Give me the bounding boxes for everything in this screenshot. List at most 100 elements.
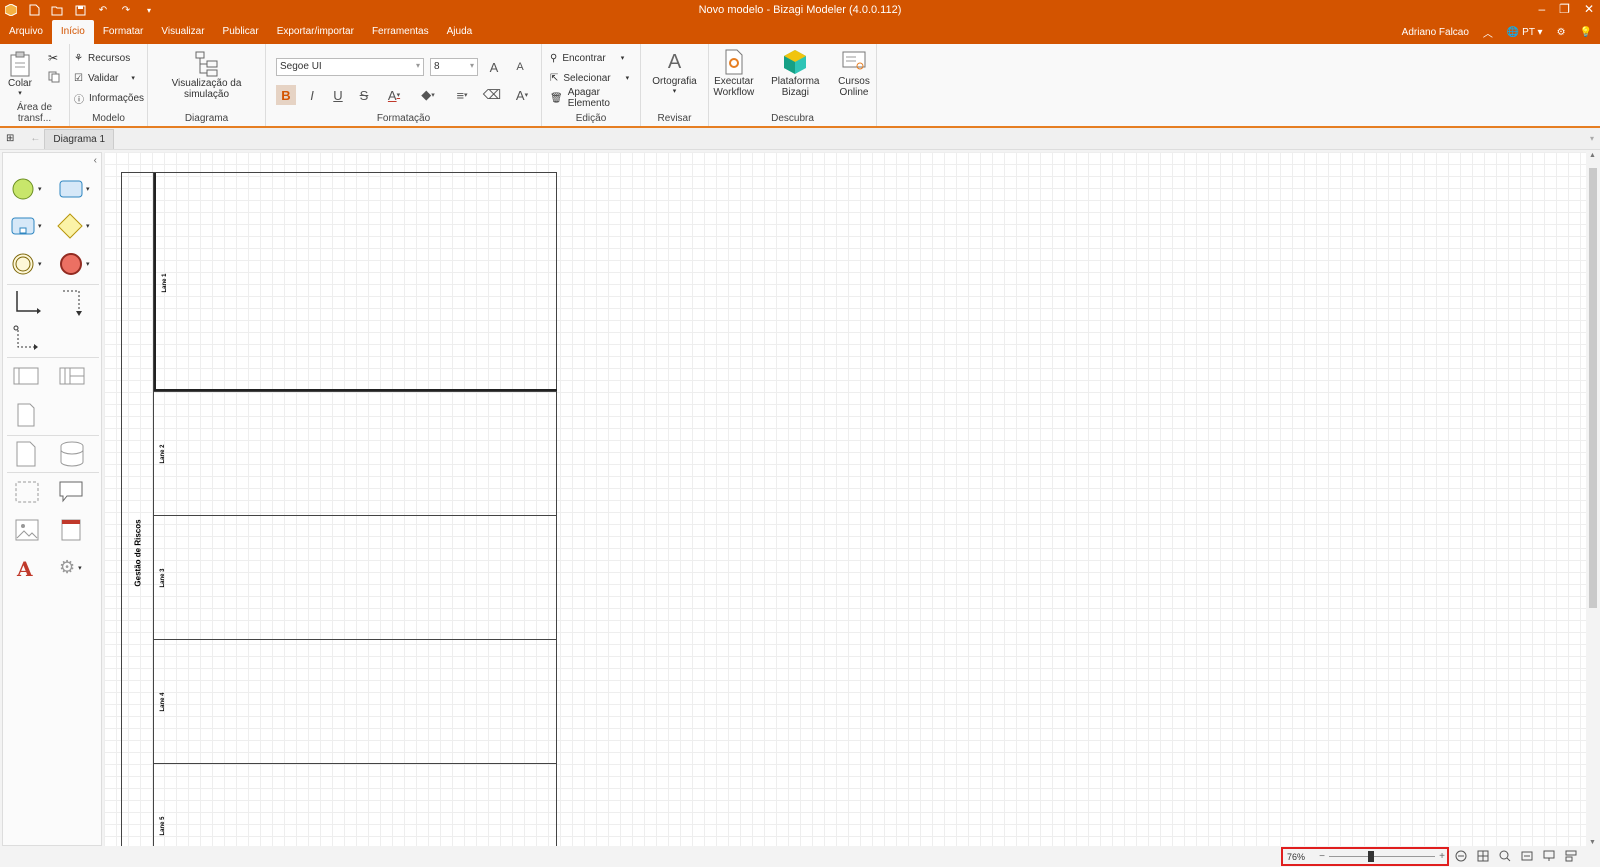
data-object-tool[interactable] [16,441,36,467]
zoom-reset-icon[interactable] [1454,849,1468,863]
tab-visualizar[interactable]: Visualizar [152,20,213,44]
vertical-scrollbar[interactable]: ▲ ▼ [1586,152,1600,846]
decrease-font-icon[interactable]: A [510,57,530,77]
window-controls: – ❐ ✕ [1538,2,1594,16]
zoom-slider-thumb[interactable] [1368,851,1374,862]
end-event-tool[interactable]: ▾ [59,252,90,276]
lane[interactable]: Lane 2 [154,391,557,515]
copy-icon[interactable] [48,71,60,86]
tab-arquivo[interactable]: Arquivo [0,20,52,44]
redo-icon[interactable]: ↷ [119,3,133,17]
tab-diagram-1[interactable]: Diagrama 1 [44,128,115,149]
minimize-button[interactable]: – [1538,2,1545,16]
undo-icon[interactable]: ↶ [96,3,110,17]
scroll-up-icon[interactable]: ▲ [1589,152,1596,159]
lane-tool[interactable] [59,367,85,385]
start-event-tool[interactable]: ▾ [11,177,42,201]
scroll-down-icon[interactable]: ▼ [1589,839,1596,846]
text-style-icon[interactable]: A ▾ [508,85,536,105]
text-tool[interactable]: A [17,557,33,581]
lane[interactable]: Lane 5 [154,763,557,846]
paste-button[interactable]: Colar ▾ [6,50,34,97]
tab-formatar[interactable]: Formatar [94,20,153,44]
zoom-slider[interactable] [1329,851,1435,862]
zoom-search-icon[interactable] [1498,849,1512,863]
italic-icon[interactable]: I [302,85,322,105]
milestone-tool[interactable] [17,403,35,427]
tab-list-chevron-icon[interactable]: ▾ [1590,134,1594,143]
underline-icon[interactable]: U [328,85,348,105]
collapse-palette-icon[interactable]: ‹ [94,155,97,166]
back-arrow-icon[interactable]: ← [30,133,40,144]
presentation-icon[interactable] [1542,849,1556,863]
validate-button[interactable]: ☑ Validar ▾ [74,68,143,88]
zoom-out-button[interactable]: − [1317,851,1327,862]
tab-exportar-importar[interactable]: Exportar/importar [268,20,363,44]
delete-element-button[interactable]: 🗑 Apagar Elemento [550,87,636,109]
user-name[interactable]: Adriano Falcao [1402,27,1469,38]
association-tool[interactable] [13,325,41,353]
cut-icon[interactable]: ✂ [48,51,58,65]
scroll-thumb[interactable] [1589,168,1597,608]
lane[interactable]: Lane 4 [154,639,557,763]
bizagi-platform-label: Plataforma Bizagi [771,76,820,98]
pool[interactable]: Gestão de Riscos Lane 1 Lane 2 Lane 3 La… [121,172,557,846]
find-button[interactable]: ⚲ Encontrar ▾ [550,48,636,68]
subprocess-tool[interactable]: ▾ [11,217,42,235]
tab-ajuda[interactable]: Ajuda [438,20,482,44]
settings-icon[interactable]: ⚙ [1557,27,1566,38]
custom-shapes-tool[interactable]: ⚙ ▾ [59,557,82,578]
group-tool[interactable] [15,481,39,503]
language-selector[interactable]: 🌐 PT ▾ [1507,27,1543,38]
align-icon[interactable]: ≡ ▾ [448,85,476,105]
fit-page-icon[interactable] [1476,849,1490,863]
diagram-canvas[interactable]: Gestão de Riscos Lane 1 Lane 2 Lane 3 La… [104,152,1586,846]
strikethrough-icon[interactable]: S [354,85,374,105]
fit-width-icon[interactable] [1520,849,1534,863]
task-tool[interactable]: ▾ [59,180,90,198]
fill-color-icon[interactable]: ◆ ▾ [414,85,442,105]
clear-format-icon[interactable]: ⌫ [482,85,502,105]
font-color-icon[interactable]: A ▾ [380,85,408,105]
tab-publicar[interactable]: Publicar [214,20,268,44]
message-flow-tool[interactable] [59,289,87,317]
simulation-view-button[interactable]: Visualização da simulação [152,50,261,100]
lane[interactable]: Lane 1 [154,173,557,391]
collapse-ribbon-icon[interactable]: ︿ [1483,25,1493,40]
chevron-down-icon: ▾ [86,261,90,268]
save-icon[interactable] [73,3,87,17]
resources-button[interactable]: ⚘ Recursos [74,48,143,68]
tab-inicio[interactable]: Início [51,20,94,44]
restore-button[interactable]: ❐ [1559,2,1570,16]
select-label: Selecionar [563,72,611,84]
gateway-tool[interactable]: ▾ [57,213,90,239]
spelling-button[interactable]: A Ortografia ▾ [645,48,704,96]
select-button[interactable]: ⇱ Selecionar ▾ [550,68,636,88]
open-folder-icon[interactable] [50,3,64,17]
header-tool[interactable] [61,519,81,541]
customize-toolbar-icon[interactable]: ▾ [142,3,156,17]
info-button[interactable]: ⓘ Informações [74,88,144,108]
pool-tool[interactable] [13,367,39,385]
zoom-control: 76% − + [1281,847,1449,866]
new-file-icon[interactable] [27,3,41,17]
image-tool[interactable] [15,519,39,541]
bold-icon[interactable]: B [276,85,296,105]
pool-header[interactable]: Gestão de Riscos [122,173,154,846]
overview-icon[interactable] [1564,849,1578,863]
lane[interactable]: Lane 3 [154,515,557,639]
data-store-tool[interactable] [60,441,84,467]
annotation-tool[interactable] [59,481,83,503]
zoom-in-button[interactable]: + [1437,851,1447,862]
font-size-select[interactable]: 8 [430,58,478,76]
help-bulb-icon[interactable]: 💡 [1580,27,1592,38]
tab-ferramentas[interactable]: Ferramentas [363,20,438,44]
font-family-select[interactable]: Segoe UI [276,58,424,76]
intermediate-event-tool[interactable]: ▾ [11,252,42,276]
sequence-flow-tool[interactable] [13,289,41,317]
zoom-level[interactable]: 76% [1287,852,1317,862]
increase-font-icon[interactable]: A [484,57,504,77]
close-button[interactable]: ✕ [1584,2,1594,16]
simulation-icon [193,50,221,78]
diagram-navigator-icon[interactable]: ⊞ [6,133,14,144]
